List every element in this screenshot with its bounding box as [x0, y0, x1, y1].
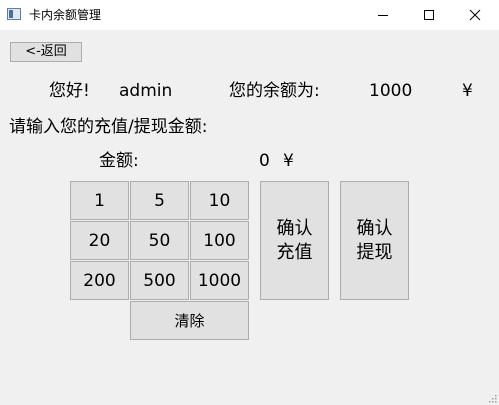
title-bar: 卡内余额管理	[0, 0, 499, 30]
minimize-button[interactable]	[360, 0, 406, 30]
amount-label: 金额:	[99, 151, 139, 171]
confirm-withdraw-line2: 提现	[356, 241, 393, 263]
app-icon	[7, 8, 21, 20]
confirm-withdraw-line1: 确认	[356, 217, 393, 239]
keypad-button-1000[interactable]: 1000	[190, 261, 249, 300]
keypad-button-10[interactable]: 10	[190, 181, 249, 220]
minimize-icon	[378, 15, 388, 16]
close-icon	[469, 9, 481, 21]
balance-label: 您的余额为:	[229, 81, 320, 101]
keypad-button-20[interactable]: 20	[70, 221, 129, 260]
close-button[interactable]	[452, 0, 498, 30]
confirm-recharge-button[interactable]: 确认 充值	[260, 181, 329, 300]
maximize-button[interactable]	[406, 0, 452, 30]
keypad-button-1[interactable]: 1	[70, 181, 129, 220]
confirm-withdraw-button[interactable]: 确认 提现	[340, 181, 409, 300]
keypad-button-200[interactable]: 200	[70, 261, 129, 300]
keypad-button-50[interactable]: 50	[130, 221, 189, 260]
back-button[interactable]: <-返回	[10, 42, 82, 62]
amount-currency: ¥	[283, 151, 294, 171]
clear-button[interactable]: 清除	[130, 301, 249, 340]
amount-value: 0	[259, 151, 270, 171]
window-title: 卡内余额管理	[29, 8, 102, 22]
maximize-icon	[424, 10, 434, 20]
resize-grip-icon[interactable]	[487, 393, 497, 403]
confirm-recharge-line1: 确认	[276, 217, 313, 239]
prompt-text: 请输入您的充值/提现金额:	[9, 117, 208, 137]
username-label: admin	[119, 81, 173, 101]
balance-value: 1000	[369, 81, 413, 101]
balance-currency: ¥	[462, 81, 473, 101]
keypad-button-500[interactable]: 500	[130, 261, 189, 300]
confirm-recharge-line2: 充值	[276, 241, 313, 263]
greeting-text: 您好!	[49, 81, 90, 101]
keypad-button-5[interactable]: 5	[130, 181, 189, 220]
keypad-button-100[interactable]: 100	[190, 221, 249, 260]
